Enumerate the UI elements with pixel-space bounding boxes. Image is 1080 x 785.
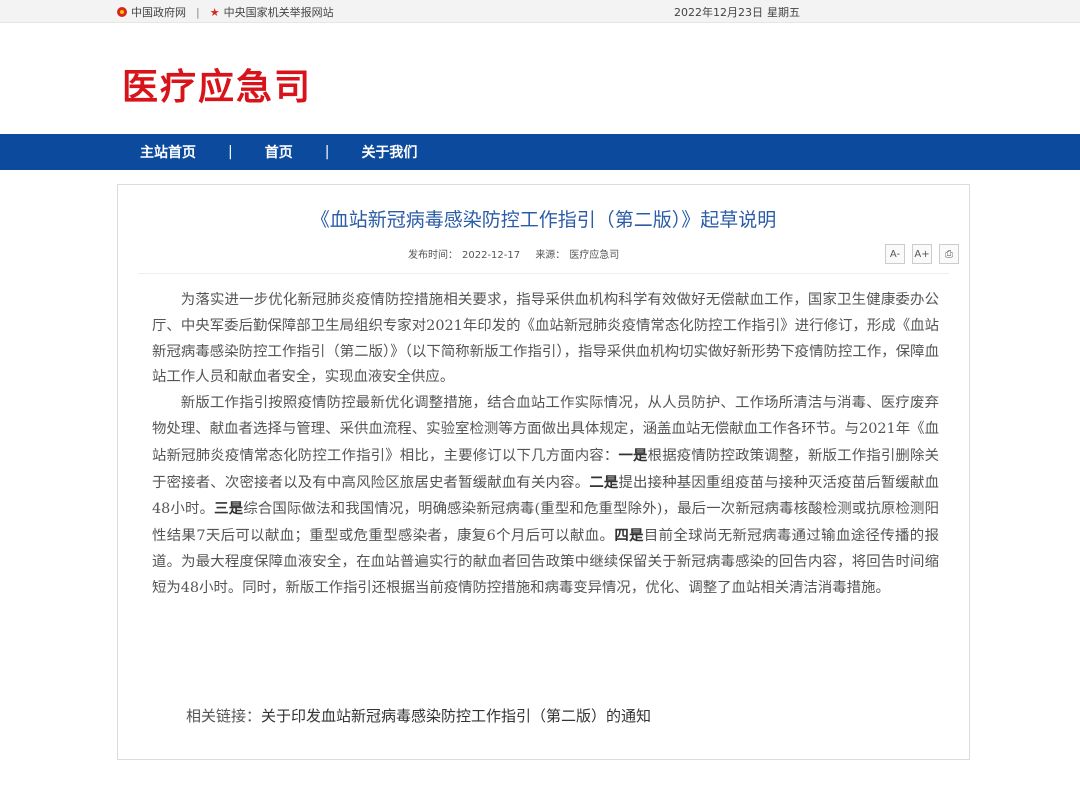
paragraph-1: 为落实进一步优化新冠肺炎疫情防控措施相关要求，指导采供血机构科学有效做好无偿献血… [152,292,939,386]
article-body: 为落实进一步优化新冠肺炎疫情防控措施相关要求，指导采供血机构科学有效做好无偿献血… [152,288,939,602]
nav-item-about[interactable]: 关于我们 [361,142,417,162]
publish-date: 2022-12-17 [462,250,521,261]
article-title: 《血站新冠病毒感染防控工作指引（第二版）》起草说明 [310,209,777,231]
report-site-link[interactable]: ★ 中央国家机关举报网站 [210,4,334,20]
related-link[interactable]: 关于印发血站新冠病毒感染防控工作指引（第二版）的通知 [261,707,651,725]
font-increase-button[interactable]: A+ [912,244,932,264]
article-tools: A- A+ ⎙ [878,244,959,264]
divider [138,273,949,274]
nav-divider: | [324,144,330,160]
article-meta: 发布时间： 2022-12-17 来源： 医疗应急司 [408,250,620,261]
national-emblem-icon [117,7,127,17]
font-decrease-button[interactable]: A- [885,244,905,264]
site-title[interactable]: 医疗应急司 [122,58,312,110]
current-date: 2022年12月23日 星期五 [674,6,800,19]
print-icon[interactable]: ⎙ [939,244,959,264]
nav-divider: | [228,144,233,160]
gov-portal-link[interactable]: 中国政府网 [117,4,186,20]
article-source: 医疗应急司 [569,250,620,261]
related-label: 相关链接： [186,707,262,725]
main-nav: 主站首页 | 首页 | 关于我们 [0,134,1080,170]
nav-item-main-home[interactable]: 主站首页 [140,142,196,162]
report-badge-icon: ★ [209,5,220,19]
related-links: 相关链接：关于印发血站新冠病毒感染防控工作指引（第二版）的通知 [186,705,651,726]
article-card: 《血站新冠病毒感染防控工作指引（第二版）》起草说明 发布时间： 2022-12-1… [117,184,970,760]
nav-item-home[interactable]: 首页 [265,142,293,162]
top-bar: 中国政府网 | ★ 中央国家机关举报网站 2022年12月23日 星期五 [0,0,1080,23]
paragraph-2: 新版工作指引按照疫情防控最新优化调整措施，结合血站工作实际情况，从人员防护、工作… [152,395,939,596]
topbar-separator: | [196,5,200,19]
